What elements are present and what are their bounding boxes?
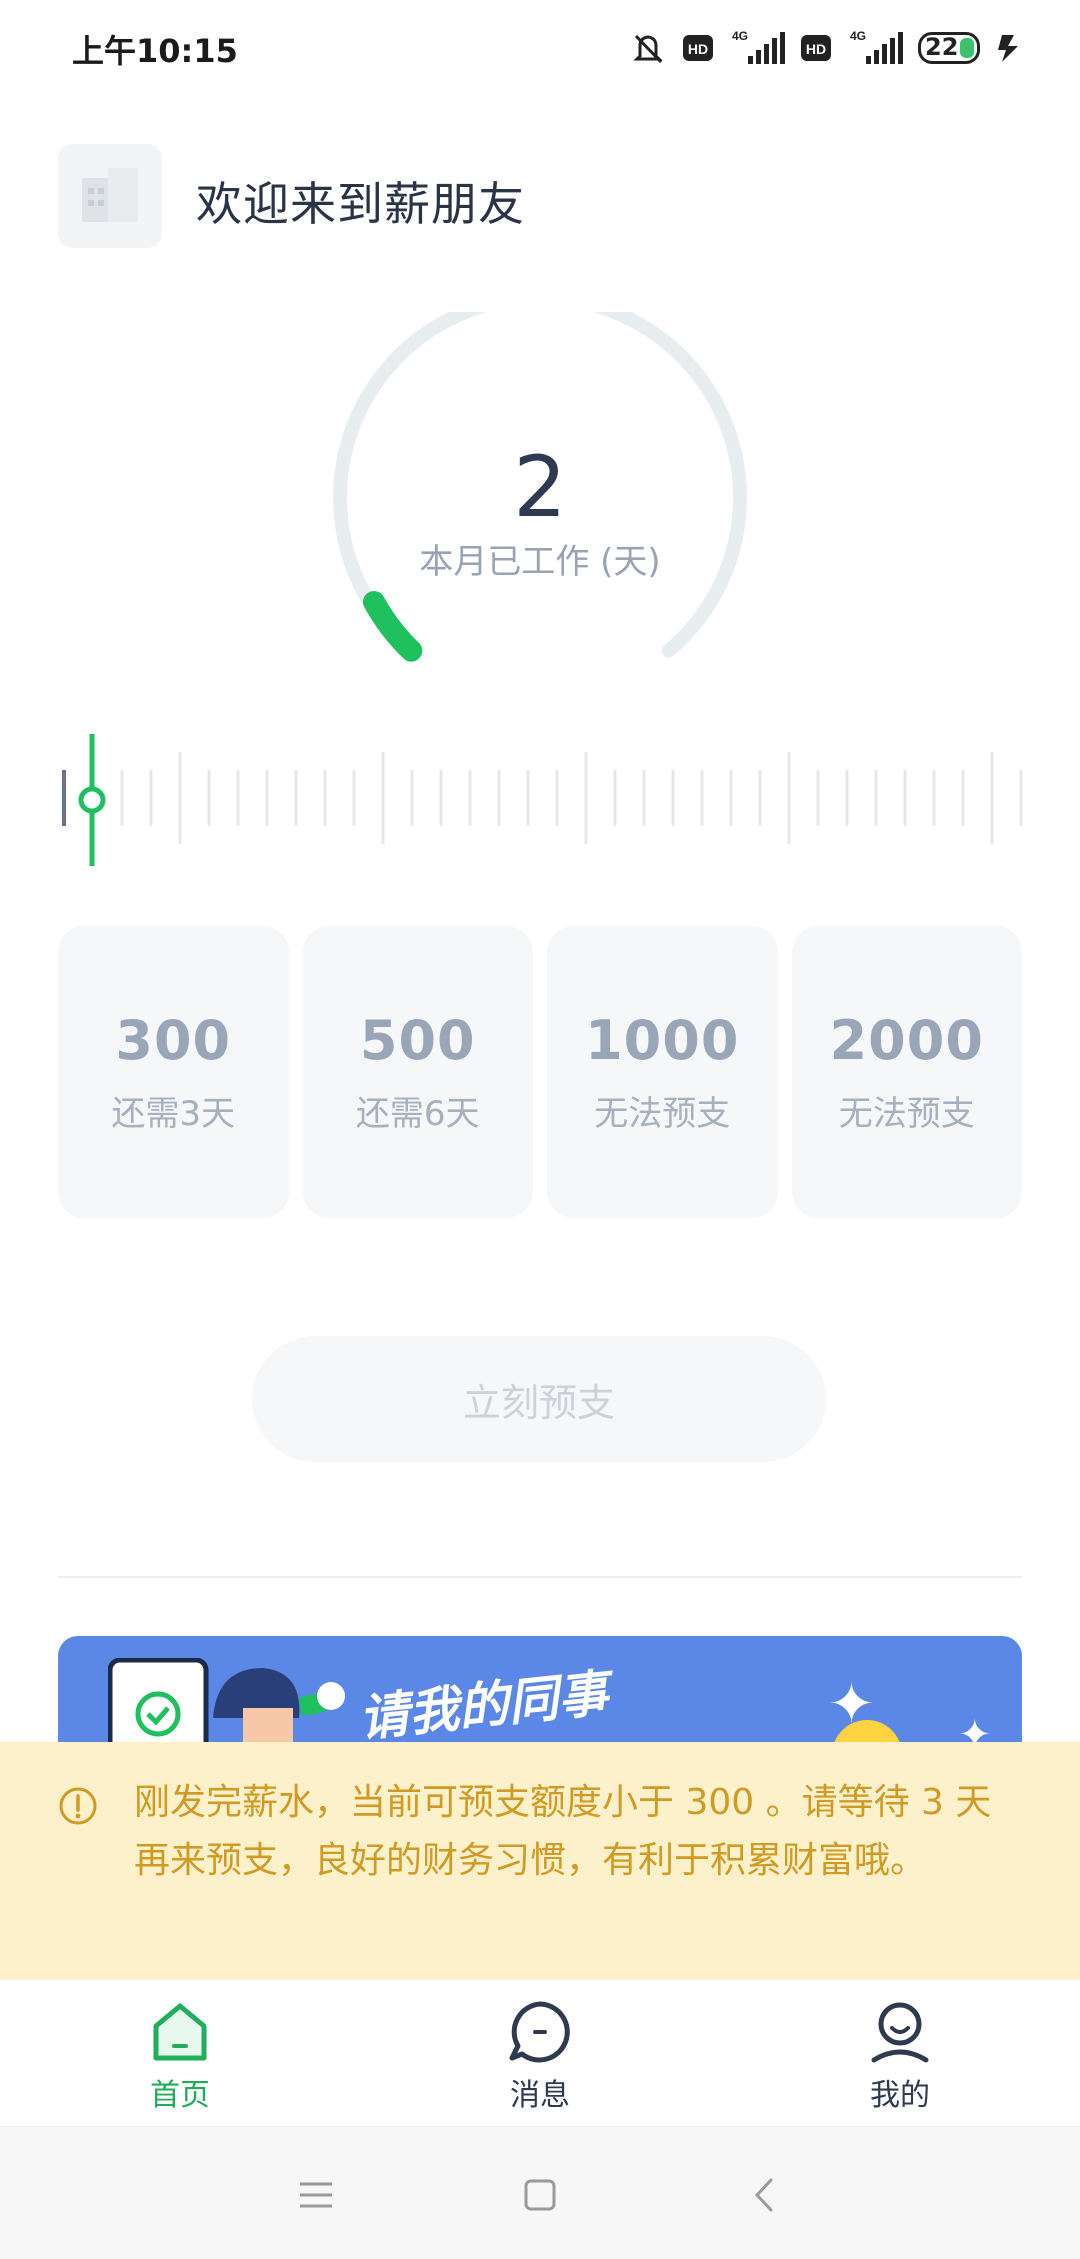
svg-text:HD: HD — [688, 41, 708, 57]
tab-label: 消息 — [510, 2078, 570, 2113]
workdays-ruler[interactable] — [56, 722, 1026, 872]
tier-amount: 300 — [115, 1009, 232, 1072]
back-button[interactable] — [734, 2167, 794, 2223]
sparkle-icon: ✦ — [958, 1712, 992, 1746]
divider — [58, 1576, 1022, 1578]
status-icons: HD 4G HD 4G 22 — [628, 24, 1024, 72]
status-time: 上午10:15 — [72, 32, 238, 70]
company-logo — [58, 144, 162, 248]
tier-card: 500 还需6天 — [302, 926, 533, 1218]
tier-status: 无法预支 — [838, 1094, 975, 1134]
tier-card: 300 还需3天 — [58, 926, 289, 1218]
message-icon — [509, 2001, 570, 2063]
status-bar: 上午10:15 HD 4G HD 4G 22 — [0, 0, 1080, 96]
profile-icon — [871, 2002, 929, 2063]
notice-bar: 刚发完薪水，当前可预支额度小于 300 。请等待 3 天再来预支，良好的财务习惯… — [0, 1742, 1080, 1980]
hd-icon: HD — [801, 35, 831, 61]
svg-text:4G: 4G — [850, 29, 866, 43]
tab-profile[interactable]: 我的 — [720, 1980, 1080, 2126]
system-nav-bar — [0, 2126, 1080, 2259]
advance-tiers: 300 还需3天 500 还需6天 1000 无法预支 2000 无法预支 — [58, 926, 1022, 1218]
info-icon — [59, 1787, 97, 1825]
workdays-count: 2 — [513, 438, 567, 536]
tier-status: 还需6天 — [355, 1094, 480, 1134]
tier-status: 还需3天 — [111, 1094, 236, 1134]
tier-status: 无法预支 — [594, 1094, 731, 1134]
signal-4g-icon: 4G — [850, 29, 903, 64]
notice-text: 刚发完薪水，当前可预支额度小于 300 。请等待 3 天再来预支，良好的财务习惯… — [134, 1782, 992, 1881]
hd-icon: HD — [683, 35, 713, 61]
building-icon — [82, 168, 138, 222]
tab-label: 我的 — [870, 2078, 930, 2113]
battery-icon: 22 — [918, 32, 980, 64]
tier-card: 2000 无法预支 — [791, 926, 1022, 1218]
tab-bar: 首页 消息 我的 — [0, 1980, 1080, 2126]
advance-now-button[interactable]: 立刻预支 — [252, 1336, 826, 1462]
menu-icon — [300, 2182, 332, 2208]
workdays-label: 本月已工作 (天) — [419, 542, 661, 582]
square-icon — [524, 2179, 556, 2211]
home-icon — [153, 2003, 207, 2061]
mute-icon — [633, 34, 663, 64]
tier-card: 1000 无法预支 — [547, 926, 778, 1218]
banner-text: 请我的同事 — [356, 1664, 611, 1746]
svg-text:HD: HD — [806, 41, 826, 57]
tab-messages[interactable]: 消息 — [360, 1980, 720, 2126]
back-icon — [754, 2178, 773, 2212]
gauge-progress — [363, 591, 423, 662]
charging-icon — [998, 35, 1018, 62]
invite-banner[interactable]: 请我的同事 ✦ ✦ — [58, 1636, 1022, 1746]
tier-amount: 500 — [359, 1009, 476, 1072]
home-button[interactable] — [510, 2167, 570, 2223]
menu-button[interactable] — [286, 2167, 346, 2223]
phone-check-illustration — [108, 1658, 209, 1746]
tier-amount: 2000 — [829, 1009, 984, 1072]
tier-amount: 1000 — [585, 1009, 740, 1072]
tab-label: 首页 — [150, 2078, 210, 2113]
person-illustration — [213, 1668, 345, 1746]
welcome-title: 欢迎来到薪朋友 — [196, 177, 525, 231]
ruler-handle-knob[interactable] — [78, 786, 106, 814]
svg-text:4G: 4G — [732, 29, 748, 43]
tab-home[interactable]: 首页 — [0, 1980, 360, 2126]
battery-level: 22 — [925, 33, 959, 61]
signal-4g-icon: 4G — [732, 29, 785, 64]
